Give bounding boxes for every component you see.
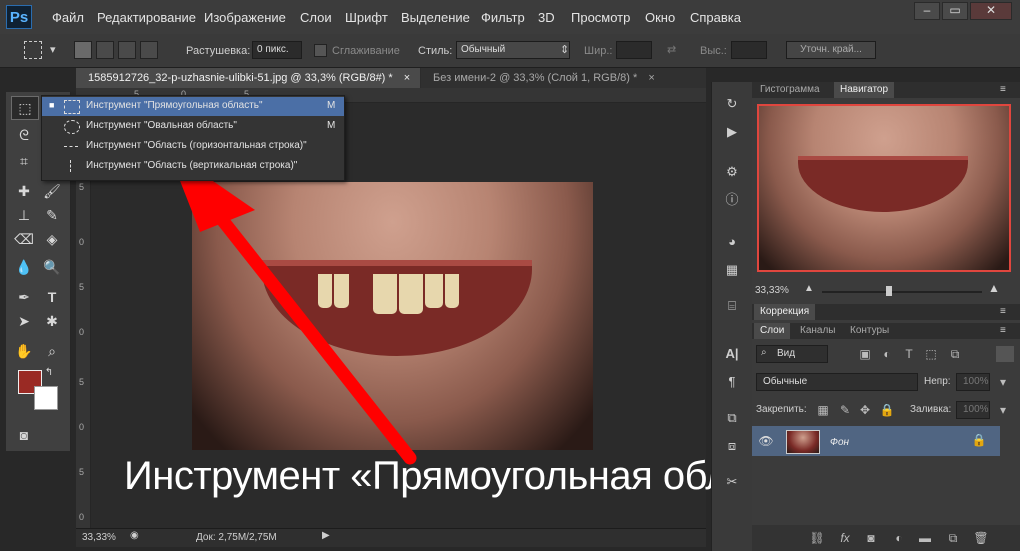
brush-presets-icon[interactable]: ⧉ [720,408,744,428]
clone-source-icon[interactable]: ⧈ [720,436,744,456]
delete-layer-icon[interactable]: 🗑 [972,530,990,546]
status-menu-arrow-icon[interactable]: ▶ [322,530,330,541]
opacity-input[interactable]: 100% [956,373,990,391]
filter-toggle[interactable] [996,346,1014,362]
fill-dropdown-icon[interactable]: ▾ [994,402,1012,418]
layer-style-icon[interactable]: fx [836,530,854,546]
single-column-marquee-icon [70,160,71,172]
fill-input[interactable]: 100% [956,401,990,419]
panel-menu-icon[interactable]: ≡ [1000,325,1006,336]
layer-lock-icon: 🔒 [971,433,987,447]
color-panel-icon[interactable]: ◕ [720,232,744,252]
properties-panel-icon[interactable]: ⚙ [720,162,744,182]
new-group-icon[interactable]: ▬ [916,530,934,546]
opacity-dropdown-icon[interactable]: ▾ [994,374,1012,390]
character-panel-icon[interactable]: A| [720,344,744,364]
info-panel-icon[interactable]: ⓘ [720,190,744,210]
tab-paths[interactable]: Контуры [844,323,895,339]
filter-pixel-icon[interactable]: ▣ [856,346,874,362]
zoom-slider[interactable] [822,291,982,293]
ellipse-marquee-icon [64,120,80,134]
link-layers-icon[interactable]: ⛓ [808,530,826,546]
flyout-label: Инструмент "Область (вертикальная строка… [86,160,298,171]
single-row-marquee-icon [64,146,78,147]
status-info-icon[interactable]: ◉ [130,530,139,541]
flyout-shortcut: M [327,120,336,131]
flyout-item-single-column-marquee[interactable]: Инструмент "Область (вертикальная строка… [42,157,344,176]
history-panel-icon[interactable]: ↻ [720,94,744,114]
lock-position-icon[interactable]: ✥ [856,402,874,418]
swatches-panel-icon[interactable]: ▦ [720,260,744,280]
flyout-item-single-row-marquee[interactable]: Инструмент "Область (горизонтальная стро… [42,137,344,156]
layer-name[interactable]: Фон [830,437,849,448]
lock-transparency-icon[interactable]: ▦ [814,402,832,418]
tab-channels[interactable]: Каналы [794,323,842,339]
blend-mode-select[interactable]: Обычные [756,373,918,391]
flyout-item-rect-marquee[interactable]: ■ Инструмент "Прямоугольная область" M [42,97,344,116]
tab-navigator[interactable]: Навигатор [834,82,895,98]
filter-adjust-icon[interactable]: ◐ [878,346,896,362]
tab-correction[interactable]: Коррекция [754,304,816,320]
navigator-zoom-value[interactable]: 33,33% [755,285,789,296]
panel-menu-icon[interactable]: ≡ [1000,84,1006,95]
lock-all-icon[interactable]: 🔒 [878,402,896,418]
flyout-shortcut: M [327,100,336,111]
tab-histogram[interactable]: Гистограмма [754,82,826,98]
panel-icon-column: ↻ ▶ ⚙ ⓘ ◕ ▦ ⌸ A| ¶ ⧉ ⧈ ✂ [711,82,753,551]
opacity-label: Непр: [924,376,951,387]
visibility-eye-icon[interactable]: 👁 [757,433,775,449]
lock-pixels-icon[interactable]: ✎ [836,402,854,418]
tab-layers[interactable]: Слои [754,323,791,339]
tool-presets-icon[interactable]: ✂ [720,472,744,492]
new-layer-icon[interactable]: ⧉ [944,530,962,546]
lock-label: Закрепить: [756,404,807,415]
flyout-label: Инструмент "Прямоугольная область" [86,100,263,111]
zoom-slider-thumb[interactable] [886,286,892,296]
right-panels: Гистограмма Навигатор ≡ 33,33% ▲ ▲ Корре… [752,82,1020,551]
filter-shape-icon[interactable]: ⬚ [922,346,940,362]
actions-panel-icon[interactable]: ▶ [720,122,744,142]
rect-marquee-icon [64,100,80,114]
flyout-item-ellipse-marquee[interactable]: Инструмент "Овальная область" M [42,117,344,136]
panel-menu-icon[interactable]: ≡ [1000,306,1006,317]
paragraph-panel-icon[interactable]: ¶ [720,372,744,392]
search-icon: ⌕ [761,347,767,358]
layer-mask-icon[interactable]: ◙ [862,530,880,546]
fill-label: Заливка: [910,404,952,415]
zoom-level[interactable]: 33,33% [82,532,116,543]
filter-smart-icon[interactable]: ⧉ [946,346,964,362]
flyout-label: Инструмент "Овальная область" [86,120,237,131]
kind-filter-select[interactable]: Вид [756,345,828,363]
zoom-out-icon[interactable]: ▲ [804,283,814,294]
zoom-in-icon[interactable]: ▲ [988,281,1000,295]
marquee-tool-flyout: ■ Инструмент "Прямоугольная область" M И… [41,95,345,181]
selected-bullet-icon: ■ [49,100,55,110]
document-size: Док: 2,75М/2,75М [196,532,277,543]
adjustment-layer-icon[interactable]: ◐ [890,530,908,546]
layer-thumbnail[interactable] [786,430,820,454]
filter-type-icon[interactable]: T [900,346,918,362]
status-bar: 33,33% ◉ Док: 2,75М/2,75М ▶ [76,528,706,547]
flyout-label: Инструмент "Область (горизонтальная стро… [86,140,307,151]
brush-panel-icon[interactable]: ⌸ [720,296,744,316]
